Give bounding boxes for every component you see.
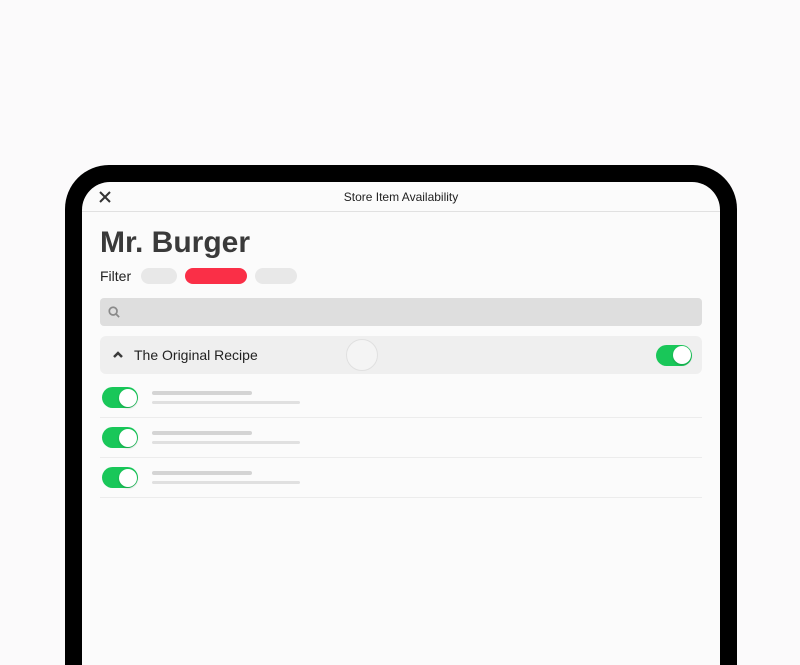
chevron-up-icon — [112, 349, 124, 361]
device-frame: Store Item Availability Mr. Burger Filte… — [65, 165, 737, 665]
filter-chip-active[interactable] — [185, 268, 247, 284]
modal-header: Store Item Availability — [82, 182, 720, 212]
screen: Store Item Availability Mr. Burger Filte… — [82, 182, 720, 665]
modal-title: Store Item Availability — [344, 190, 459, 204]
search-icon — [108, 306, 120, 318]
category-row: The Original Recipe — [100, 336, 702, 374]
item-text-placeholder — [152, 391, 300, 404]
close-button[interactable] — [96, 188, 114, 206]
item-text-placeholder — [152, 471, 300, 484]
item-toggle[interactable] — [102, 427, 138, 448]
toggle-knob — [119, 469, 137, 487]
search-input[interactable] — [100, 298, 702, 326]
item-list — [100, 374, 702, 498]
filter-chip[interactable] — [255, 268, 297, 284]
close-icon — [99, 191, 111, 203]
item-row — [100, 418, 702, 458]
touch-indicator — [346, 339, 378, 371]
item-text-placeholder — [152, 431, 300, 444]
item-row — [100, 378, 702, 418]
filter-label: Filter — [100, 268, 131, 284]
item-toggle[interactable] — [102, 467, 138, 488]
store-name: Mr. Burger — [100, 226, 702, 260]
category-toggle[interactable] — [656, 345, 692, 366]
content-area: Mr. Burger Filter The Orig — [82, 212, 720, 498]
filter-row: Filter — [100, 268, 702, 284]
item-row — [100, 458, 702, 498]
toggle-knob — [119, 389, 137, 407]
collapse-button[interactable] — [110, 347, 126, 363]
toggle-knob — [673, 346, 691, 364]
filter-chip[interactable] — [141, 268, 177, 284]
toggle-knob — [119, 429, 137, 447]
item-toggle[interactable] — [102, 387, 138, 408]
category-title: The Original Recipe — [134, 347, 258, 363]
